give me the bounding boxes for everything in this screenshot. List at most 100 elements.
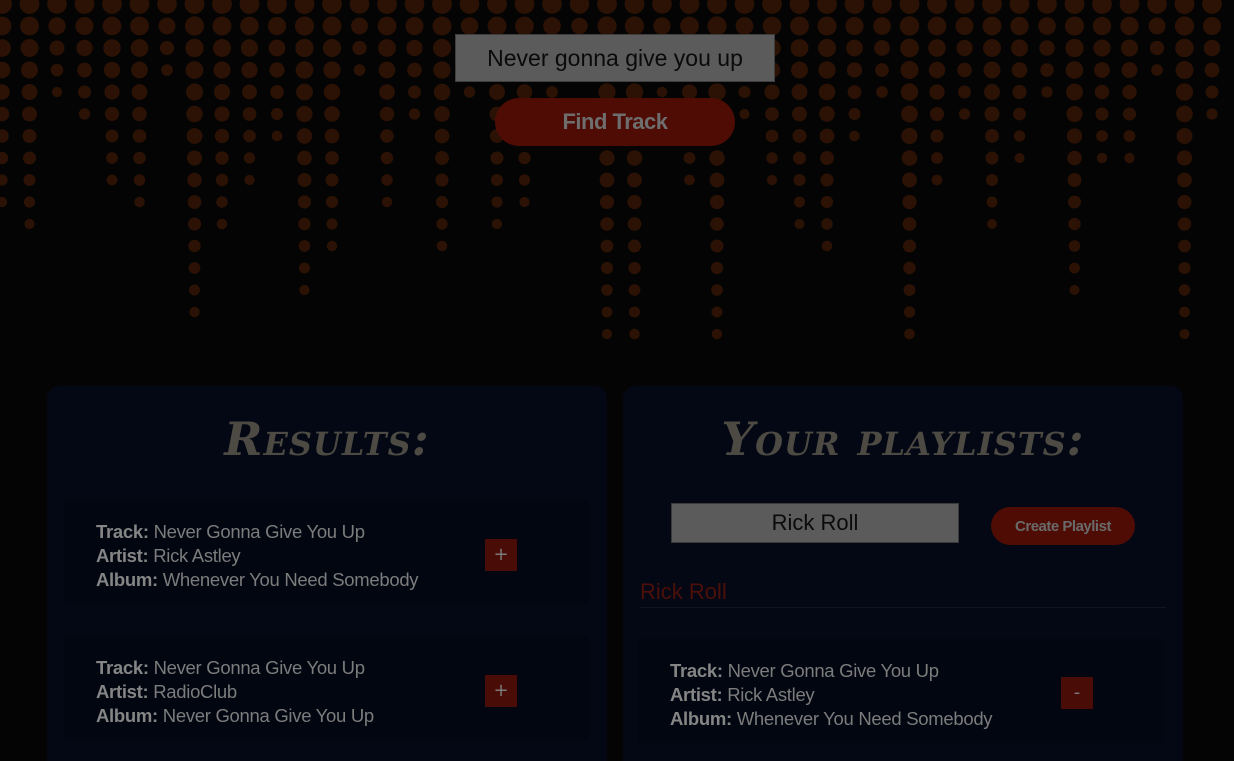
background-dot: [133, 151, 146, 165]
background-dot: [324, 128, 340, 144]
background-dot: [1093, 39, 1111, 57]
background-dot: [490, 173, 504, 187]
background-dot: [519, 196, 530, 208]
background-dot: [571, 17, 588, 35]
background-dot: [380, 151, 394, 165]
background-dot: [74, 0, 95, 14]
background-dot: [848, 107, 861, 121]
background-dot: [628, 306, 641, 318]
background-dot: [244, 174, 255, 186]
background-dot: [762, 0, 782, 14]
background-dot: [324, 106, 340, 122]
background-dot: [847, 85, 862, 99]
background-dot: [22, 128, 37, 144]
background-dot: [597, 16, 617, 36]
background-dot: [184, 16, 205, 36]
background-dot: [1068, 240, 1081, 252]
background-dot: [954, 0, 975, 14]
background-dot: [929, 84, 945, 100]
background-dot: [900, 83, 919, 101]
background-dot: [709, 172, 725, 188]
background-dot: [1065, 38, 1084, 58]
background-dot: [820, 195, 834, 209]
artist-name: Rick Astley: [727, 684, 815, 705]
background-dot: [185, 38, 204, 58]
background-dot: [104, 84, 120, 100]
background-dot: [955, 17, 974, 35]
background-dot: [597, 0, 617, 14]
add-track-button[interactable]: +: [485, 539, 517, 571]
background-dot: [793, 196, 806, 208]
background-dot: [986, 218, 998, 230]
background-dot: [789, 0, 810, 14]
album-label: Album:: [670, 708, 732, 729]
add-track-button[interactable]: +: [485, 675, 517, 707]
background-dot: [956, 39, 973, 57]
background-dot: [872, 0, 892, 14]
background-dot: [1203, 39, 1221, 57]
background-dot: [296, 105, 313, 123]
background-dot: [102, 0, 122, 14]
playlist-name-input[interactable]: [671, 503, 959, 543]
background-dot: [267, 0, 287, 14]
background-dot: [902, 172, 917, 188]
background-dot: [1094, 84, 1110, 100]
background-dot: [189, 306, 200, 318]
background-dot: [213, 39, 231, 57]
background-dot: [928, 39, 946, 57]
background-dot: [790, 16, 809, 36]
background-dot: [0, 61, 11, 79]
background-dot: [928, 61, 946, 79]
background-dot: [1122, 107, 1137, 121]
create-playlist-button[interactable]: Create Playlist: [991, 507, 1135, 545]
background-dot: [599, 172, 615, 188]
background-dot: [629, 328, 640, 340]
background-dot: [1176, 105, 1193, 123]
background-dot: [1124, 152, 1135, 164]
background-dot: [269, 62, 285, 78]
background-dot: [739, 108, 750, 120]
background-dot: [103, 39, 121, 57]
background-dot: [1148, 17, 1166, 35]
background-dot: [821, 218, 833, 230]
artist-label: Artist:: [96, 681, 149, 702]
remove-track-button[interactable]: -: [1061, 677, 1093, 709]
background-dot: [1068, 217, 1081, 231]
background-dot: [459, 0, 480, 14]
background-dot: [187, 172, 202, 188]
track-name: Never Gonna Give You Up: [153, 657, 365, 678]
background-dot: [820, 151, 834, 165]
background-dot: [1121, 62, 1138, 78]
playlist-name-heading[interactable]: Rick Roll: [640, 579, 1166, 608]
background-dot: [983, 39, 1001, 57]
background-dot: [379, 106, 395, 122]
background-dot: [599, 194, 615, 210]
background-dot: [791, 84, 808, 100]
background-dot: [600, 239, 614, 253]
background-dot: [212, 0, 232, 14]
background-dot: [214, 106, 230, 122]
background-dot: [1149, 40, 1165, 56]
search-input[interactable]: [455, 34, 775, 82]
background-dot: [1067, 173, 1082, 187]
background-dot: [463, 86, 476, 98]
background-dot: [819, 128, 835, 144]
background-dot: [738, 85, 751, 99]
background-dot: [707, 0, 727, 14]
background-dot: [1037, 0, 1057, 14]
background-dot: [1119, 0, 1140, 14]
background-dot: [1151, 64, 1163, 76]
background-dot: [75, 16, 94, 36]
background-dot: [241, 61, 258, 79]
artist-name: Rick Astley: [153, 545, 241, 566]
background-dot: [1041, 86, 1053, 98]
background-dot: [765, 129, 779, 143]
background-dot: [130, 16, 149, 36]
background-dot: [131, 61, 148, 79]
background-dot: [433, 61, 451, 79]
background-dot: [1175, 61, 1194, 79]
playlists-title: Your playlists:: [721, 412, 1085, 466]
background-dot: [405, 16, 424, 36]
find-track-button[interactable]: Find Track: [495, 98, 735, 146]
background-dot: [0, 39, 11, 57]
